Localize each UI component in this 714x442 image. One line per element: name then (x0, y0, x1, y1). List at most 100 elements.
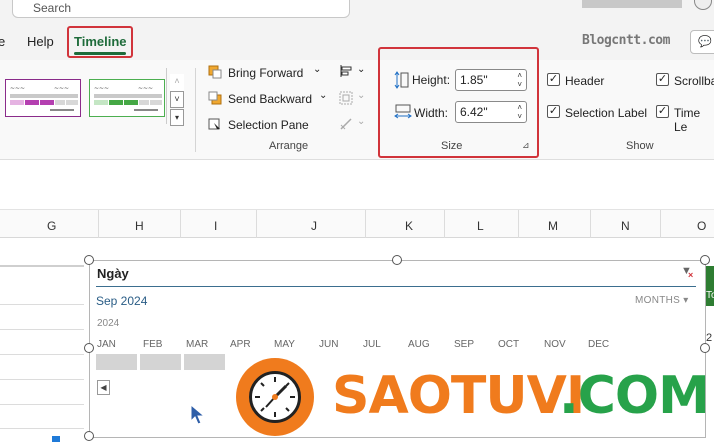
column-header-i[interactable]: I (214, 219, 217, 233)
tab-partial[interactable]: e (0, 34, 5, 49)
height-spinner[interactable]: 1.85" ˄ ˅ (455, 69, 527, 91)
row-line (0, 329, 84, 330)
month-label[interactable]: APR (230, 339, 251, 350)
height-value: 1.85" (460, 73, 488, 87)
time-level-checkbox-label: Time Le (674, 106, 701, 134)
adjacent-object-text: To (706, 290, 714, 301)
tab-help[interactable]: Help (27, 34, 54, 49)
column-header-o[interactable]: O (697, 219, 706, 233)
gallery-expand[interactable]: ▾ (170, 109, 184, 126)
group-icon[interactable] (339, 91, 353, 105)
row-line (0, 379, 84, 380)
clock-face (249, 371, 301, 423)
timeline-style-green[interactable]: ~~~ ~~~ (89, 79, 165, 117)
column-header-l[interactable]: L (477, 219, 484, 233)
chevron-down-icon[interactable]: ⌄ (357, 64, 365, 75)
spin-arrows-icon[interactable]: ˄ ˅ (517, 71, 522, 89)
chevron-down-icon[interactable]: ⌄ (313, 64, 321, 75)
tab-timeline[interactable]: Timeline (74, 34, 127, 49)
selection-pane-icon (208, 118, 220, 130)
timeline-period-bar[interactable] (184, 354, 226, 370)
row-line (0, 428, 84, 429)
chevron-down-icon[interactable]: ⌄ (319, 90, 327, 101)
bring-forward-icon (208, 65, 222, 79)
chevron-down-icon[interactable]: ⌄ (357, 116, 365, 127)
search-input[interactable]: Search (12, 0, 350, 18)
width-spinner[interactable]: 6.42" ˄ ˅ (455, 101, 527, 123)
timeline-style-purple[interactable]: ~~~ ~~~ (5, 79, 81, 117)
dialog-launcher-icon[interactable]: ⊿ (522, 140, 530, 151)
send-backward-button[interactable]: Send Backward (228, 92, 312, 106)
height-label: Height: (412, 73, 451, 87)
chevron-down-icon: ▾ (683, 295, 689, 306)
column-header-h[interactable]: H (135, 219, 144, 233)
resize-handle[interactable] (700, 255, 710, 265)
spin-arrows-icon[interactable]: ˄ ˅ (517, 103, 522, 121)
resize-handle[interactable] (84, 343, 94, 353)
comment-icon: 💬 (698, 36, 712, 48)
timeline-period-bar[interactable] (140, 354, 182, 370)
scrollbar-checkbox[interactable]: ✓ (656, 73, 669, 86)
header-checkbox-label: Header (565, 74, 605, 88)
column-divider (660, 210, 661, 238)
logo-text-primary: SAOTUVI (332, 366, 585, 426)
column-divider (590, 210, 591, 238)
resize-handle[interactable] (84, 255, 94, 265)
align-icon[interactable] (339, 64, 353, 78)
column-header-k[interactable]: K (405, 219, 413, 233)
width-icon (394, 104, 412, 119)
column-divider (365, 210, 366, 238)
size-group-label: Size (441, 140, 463, 152)
column-header-g[interactable]: G (47, 219, 56, 233)
timeline-scroll-left[interactable]: ◀ (97, 380, 110, 395)
clock-logo-icon (236, 358, 314, 436)
title-bar: Search e Help Timeline Blogcntt.com 💬 (0, 0, 714, 60)
month-label[interactable]: NOV (544, 339, 566, 350)
column-divider (180, 210, 181, 238)
time-level-checkbox[interactable]: ✓ (656, 105, 669, 118)
resize-handle[interactable] (700, 343, 710, 353)
ribbon: ~~~ ~~~ ~~~ ~~~ ˄ ˅ ▾ Bring Forward ⌄ Se… (0, 47, 714, 160)
month-label[interactable]: MAR (186, 339, 208, 350)
column-header-j[interactable]: J (311, 219, 317, 233)
month-label[interactable]: AUG (408, 339, 430, 350)
month-label[interactable]: OCT (498, 339, 519, 350)
month-label[interactable]: SEP (454, 339, 474, 350)
gallery-divider (166, 68, 167, 124)
clear-filter-x-icon[interactable]: × (688, 270, 693, 280)
bring-forward-button[interactable]: Bring Forward (228, 66, 303, 80)
selection-label-checkbox[interactable]: ✓ (547, 105, 560, 118)
column-header-n[interactable]: N (621, 219, 630, 233)
user-avatar[interactable] (694, 0, 712, 10)
column-divider (98, 210, 99, 238)
column-header-row: G H I J K L M N O (0, 210, 714, 238)
chevron-down-icon[interactable]: ⌄ (357, 90, 365, 101)
group-divider (195, 68, 196, 152)
month-label[interactable]: JUN (319, 339, 338, 350)
month-label[interactable]: JAN (97, 339, 116, 350)
svg-text:~~~: ~~~ (54, 85, 69, 92)
selection-pane-button[interactable]: Selection Pane (228, 118, 309, 132)
cell-fill-marker (52, 436, 60, 442)
timeline-period-bar[interactable] (96, 354, 138, 370)
month-label[interactable]: MAY (274, 339, 295, 350)
rotate-icon[interactable] (339, 117, 353, 131)
comments-button[interactable]: 💬 (690, 30, 714, 54)
row-line (0, 404, 84, 405)
resize-handle[interactable] (392, 255, 402, 265)
gallery-scroll-up[interactable]: ˄ (170, 74, 184, 91)
time-level-dropdown[interactable]: MONTHS ▾ (635, 295, 689, 306)
column-header-m[interactable]: M (548, 219, 558, 233)
row-line (0, 265, 84, 267)
column-divider (256, 210, 257, 238)
time-level-value: MONTHS (635, 295, 681, 306)
resize-handle[interactable] (84, 431, 94, 441)
gallery-scroll-down[interactable]: ˅ (170, 91, 184, 108)
month-label[interactable]: DEC (588, 339, 609, 350)
logo-text-domain: .COM (559, 366, 710, 426)
month-label[interactable]: FEB (143, 339, 162, 350)
formula-bar-area (0, 160, 714, 210)
month-label[interactable]: JUL (363, 339, 381, 350)
watermark-text: Blogcntt.com (582, 33, 670, 48)
header-checkbox[interactable]: ✓ (547, 73, 560, 86)
